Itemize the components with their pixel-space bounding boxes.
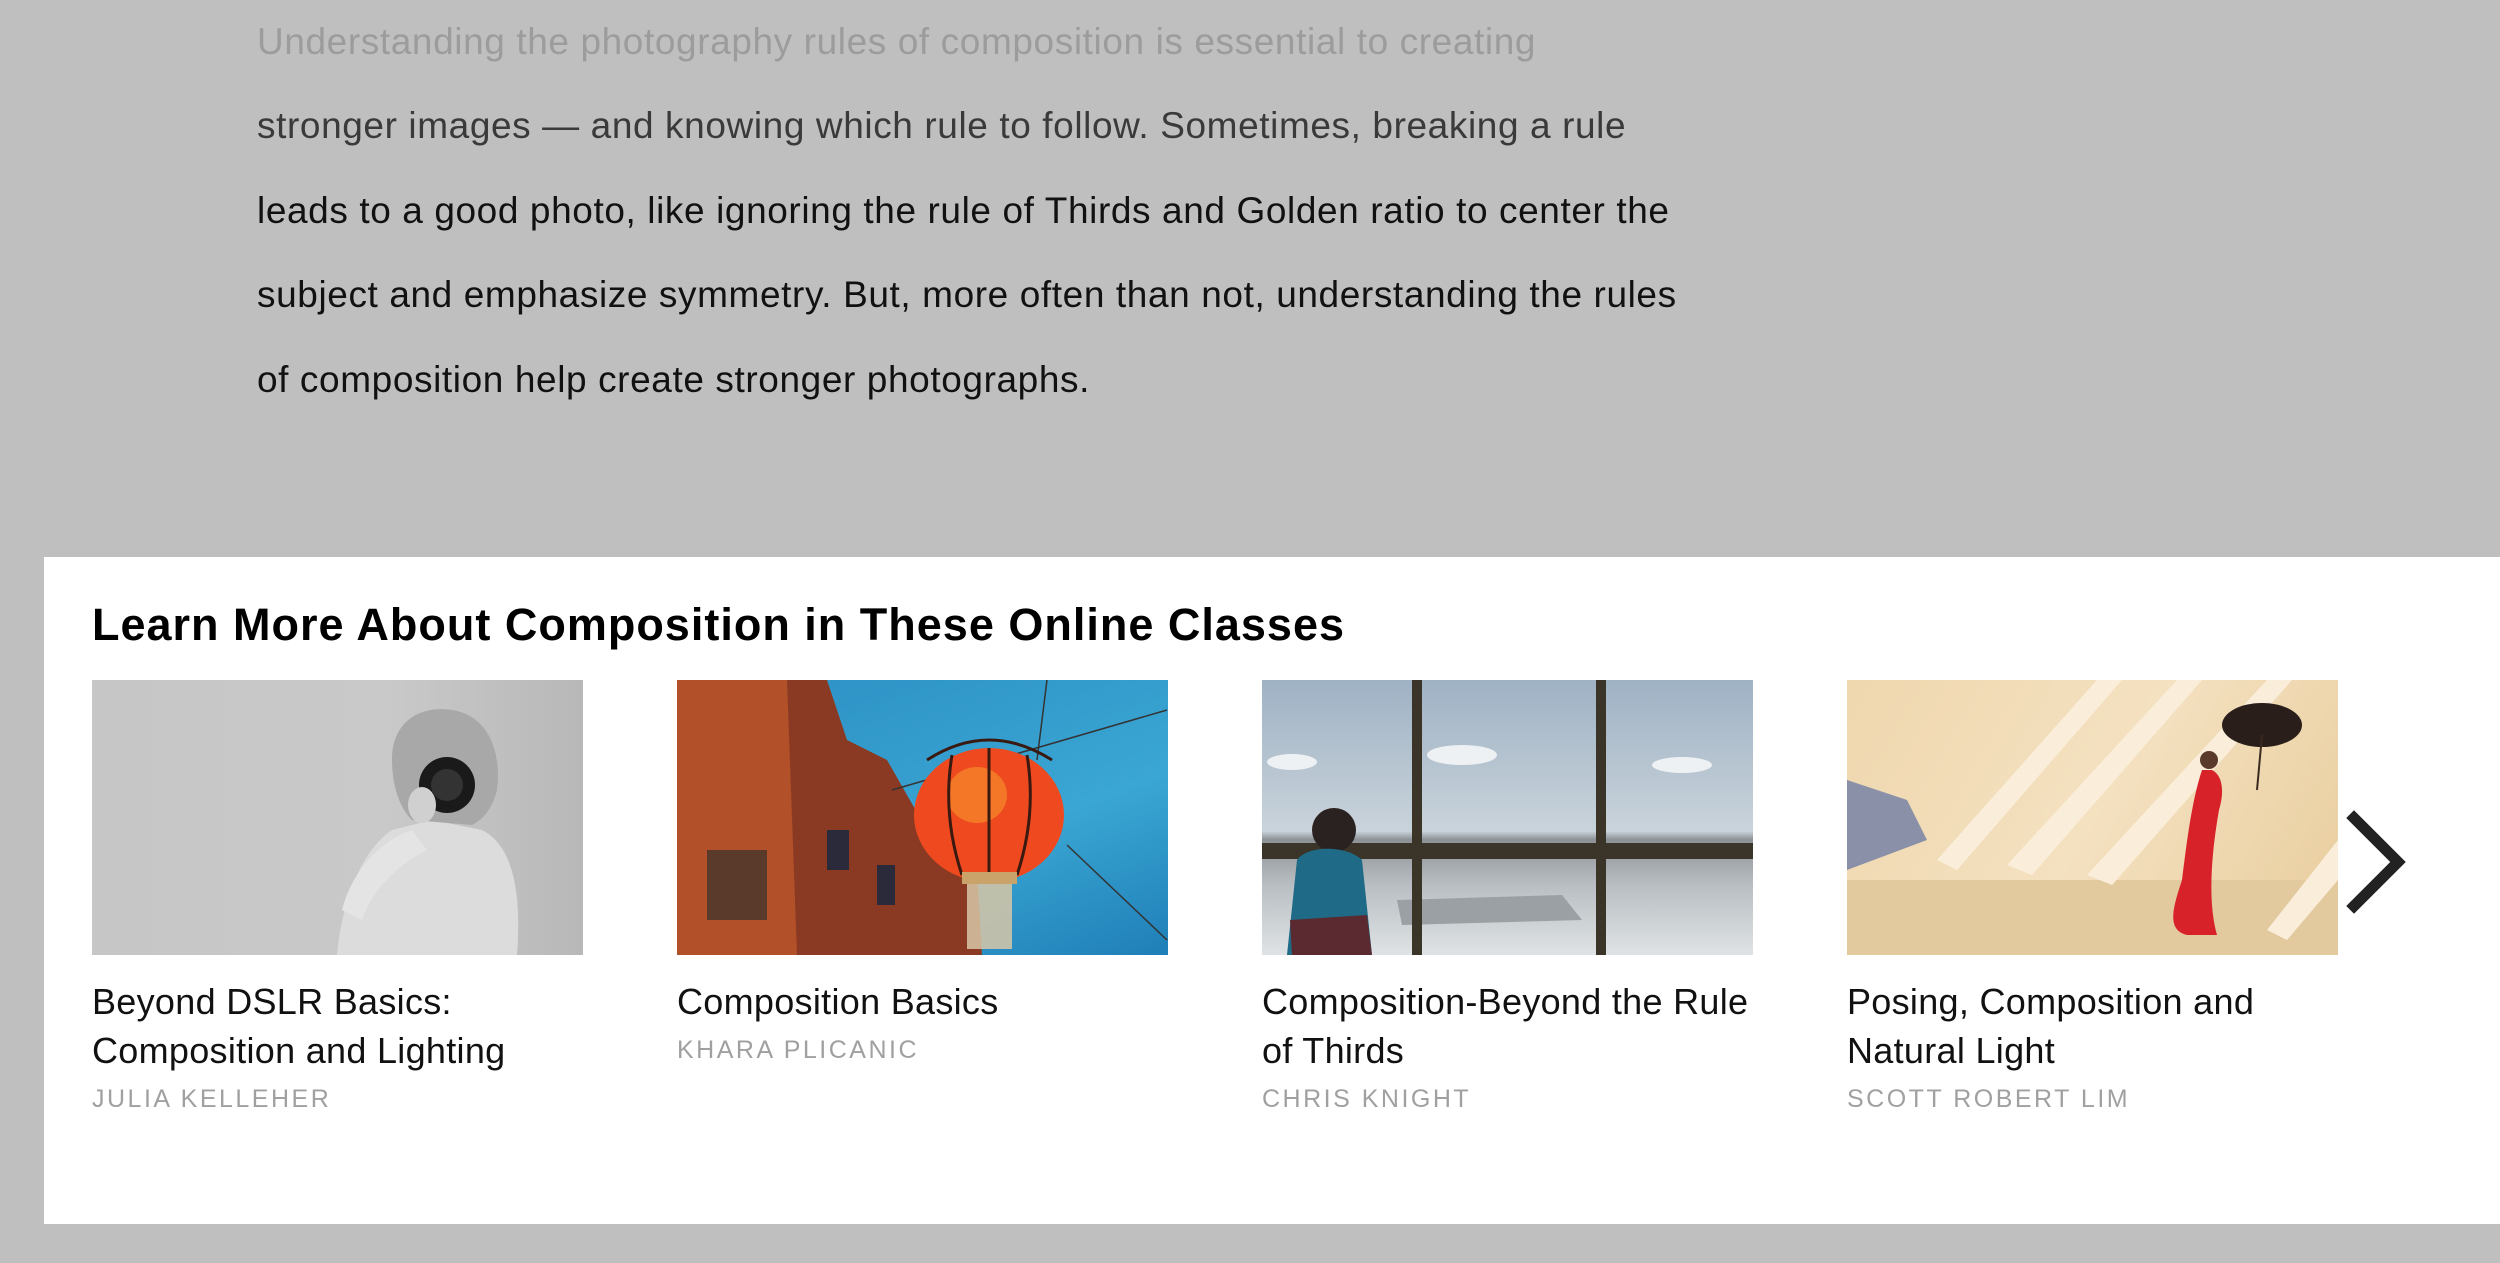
woman-red-dress-photo — [1847, 680, 2338, 955]
class-title[interactable]: Composition-Beyond the Rule of Thirds — [1262, 977, 1753, 1075]
class-title[interactable]: Beyond DSLR Basics: Composition and Ligh… — [92, 977, 583, 1075]
related-classes-panel: Learn More About Composition in These On… — [44, 557, 2500, 1224]
class-card[interactable]: Composition Basics KHARA PLICANIC — [677, 680, 1168, 1065]
class-instructor: JULIA KELLEHER — [92, 1085, 332, 1113]
class-instructor: KHARA PLICANIC — [677, 1036, 920, 1064]
paragraph-line: leads to a good photo, like ignoring the… — [257, 190, 1670, 231]
paragraph-line: stronger images — and knowing which rule… — [257, 105, 1627, 146]
class-card[interactable]: Beyond DSLR Basics: Composition and Ligh… — [92, 680, 583, 1114]
woman-with-camera-photo — [337, 709, 519, 955]
class-thumbnail[interactable] — [677, 680, 1168, 955]
class-title[interactable]: Posing, Composition and Natural Light — [1847, 977, 2338, 1075]
class-thumbnail[interactable] — [1847, 680, 2338, 955]
class-title[interactable]: Composition Basics — [677, 977, 1168, 1026]
boy-at-window-photo — [1262, 680, 1753, 955]
class-thumbnail[interactable] — [1262, 680, 1753, 955]
related-classes-heading: Learn More About Composition in These On… — [92, 599, 1346, 650]
class-thumbnail[interactable] — [92, 680, 583, 955]
paragraph-line: of composition help create stronger phot… — [257, 359, 1091, 400]
paragraph-line: subject and emphasize symmetry. But, mor… — [257, 274, 1677, 315]
class-card[interactable]: Posing, Composition and Natural Light SC… — [1847, 680, 2338, 1114]
carousel-next-button[interactable] — [2340, 800, 2420, 920]
chevron-right-icon — [2346, 810, 2406, 914]
class-instructor: SCOTT ROBERT LIM — [1847, 1085, 2131, 1113]
class-card[interactable]: Composition-Beyond the Rule of Thirds CH… — [1262, 680, 1753, 1114]
red-lantern-photo — [677, 680, 1168, 955]
paragraph-line: Understanding the photography rules of c… — [257, 21, 1537, 62]
class-instructor: CHRIS KNIGHT — [1262, 1085, 1472, 1113]
